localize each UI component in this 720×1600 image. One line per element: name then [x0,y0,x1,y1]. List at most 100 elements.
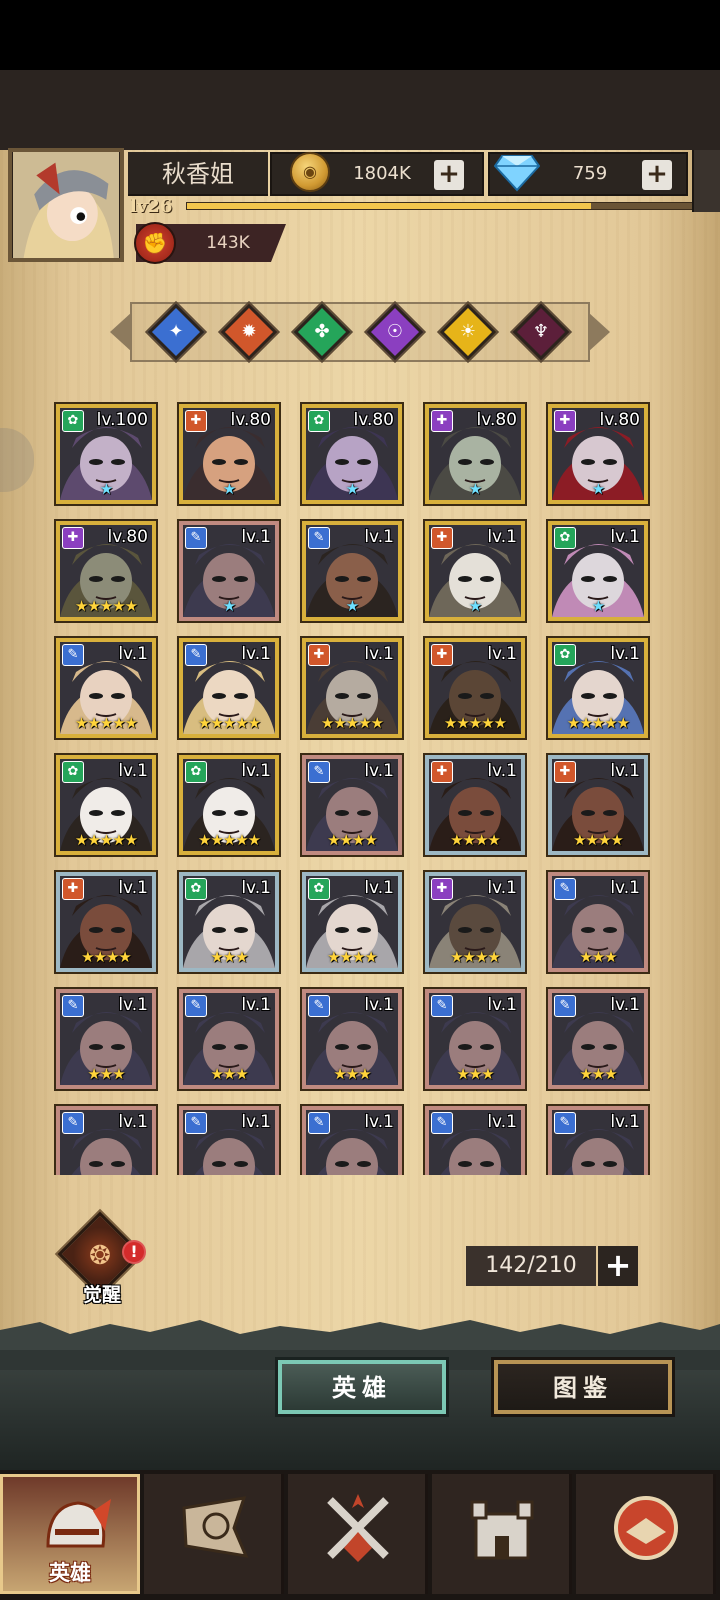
hero-stars: ★★★★ [450,831,501,849]
player-avatar[interactable] [8,148,124,262]
nav-adventure[interactable] [144,1474,284,1594]
hero-level: lv.1 [610,995,640,1015]
hero-card[interactable]: ✎ lv.1 ★★★★★ [56,638,156,738]
faction-filter-dark[interactable]: ♆ [512,303,570,361]
hero-card[interactable]: ✎ lv.1 ★★★ [548,872,648,972]
hero-card[interactable]: ✿ lv.100 ★ [56,404,156,504]
hero-card[interactable]: ✎ lv.1 [302,1106,402,1175]
hero-stars: ★★★★ [81,948,132,966]
hero-card[interactable]: ✚ lv.80 ★ [548,404,648,504]
hero-level: lv.1 [610,761,640,781]
hero-card[interactable]: ✿ lv.1 ★★★★★ [56,755,156,855]
hero-card[interactable]: ✎ lv.1 ★★★★★ [179,638,279,738]
hero-level: lv.1 [118,878,148,898]
hero-stars: ★★★★★ [566,714,630,732]
hero-card[interactable]: ✿ lv.1 ★★★★★ [548,638,648,738]
hero-card[interactable]: ✎ lv.1 ★ [302,521,402,621]
nav-castle[interactable] [432,1474,572,1594]
fire-faction-icon: ✚ [431,761,453,783]
faction-filter-shadow[interactable]: ☉ [366,303,424,361]
side-menu-tab[interactable] [692,150,720,212]
hero-capacity: 142/210 [466,1246,596,1286]
hero-stars: ★ [591,597,605,615]
nav-heroes[interactable]: 英雄 [0,1474,140,1594]
hero-card[interactable]: ✎ lv.1 ★ [179,521,279,621]
expand-capacity-button[interactable]: + [598,1246,638,1286]
hero-card[interactable]: ✎ lv.1 ★★★★ [302,755,402,855]
add-gems-button[interactable]: + [642,160,672,190]
diamond-icon [494,155,540,192]
faction-filter-nature[interactable]: ✤ [293,303,351,361]
filter-right-arrow-icon[interactable] [588,312,610,352]
water-faction-icon: ✎ [308,1112,330,1134]
hero-card[interactable]: ✚ lv.80 ★ [425,404,525,504]
hero-card[interactable]: ✚ lv.80 ★ [179,404,279,504]
tab-codex[interactable]: 图鉴 [494,1360,672,1414]
hero-card[interactable]: ✚ lv.1 ★★★★ [425,872,525,972]
hero-card[interactable]: ✚ lv.1 ★★★★ [425,755,525,855]
hero-card[interactable]: ✚ lv.1 ★ [425,521,525,621]
hero-card[interactable]: ✎ lv.1 ★★★ [548,989,648,1089]
fire-faction-icon: ✚ [431,644,453,666]
hero-card[interactable]: ✚ lv.1 ★★★★ [56,872,156,972]
hero-card[interactable]: ✿ lv.1 ★★★★ [302,872,402,972]
hero-level: lv.1 [364,1112,394,1132]
hero-card[interactable]: ✎ lv.1 [179,1106,279,1175]
hero-level: lv.1 [241,1112,271,1132]
shadow-faction-icon: ✚ [431,878,453,900]
hero-stars: ★★★★★ [74,714,138,732]
hero-level: lv.80 [107,527,149,547]
faction-filter-water[interactable]: ✦ [147,303,205,361]
nav-guild[interactable] [576,1474,716,1594]
hero-stars: ★ [345,480,359,498]
hero-card[interactable]: ✎ lv.1 ★★★ [302,989,402,1089]
hero-card[interactable]: ✚ lv.1 ★★★★★ [425,638,525,738]
add-gold-button[interactable]: + [434,160,464,190]
hero-card[interactable]: ✎ lv.1 ★★★ [179,989,279,1089]
top-band [0,70,720,150]
hero-level: lv.1 [241,761,271,781]
water-faction-icon: ✎ [185,644,207,666]
gem-value: 759 [572,163,608,184]
hero-level: lv.1 [610,644,640,664]
hero-card[interactable]: ✎ lv.1 [425,1106,525,1175]
hero-level: lv.1 [364,761,394,781]
water-faction-icon: ✎ [185,1112,207,1134]
faction-filter-light[interactable]: ☀ [439,303,497,361]
hero-stars: ★ [468,597,482,615]
hero-card[interactable]: ✿ lv.80 ★ [302,404,402,504]
hero-card[interactable]: ✎ lv.1 ★★★ [425,989,525,1089]
hero-card[interactable]: ✎ lv.1 [548,1106,648,1175]
coin-icon: ◉ [290,152,330,192]
hero-level: lv.1 [610,1112,640,1132]
hero-level: lv.1 [118,1112,148,1132]
hero-stars: ★★★ [210,948,248,966]
hero-card[interactable]: ✚ lv.80 ★★★★★ [56,521,156,621]
hero-card[interactable]: ✿ lv.1 ★ [548,521,648,621]
hero-card[interactable]: ✎ lv.1 ★★★ [56,989,156,1089]
hero-card[interactable]: ✚ lv.1 ★★★★ [548,755,648,855]
nature-faction-icon: ✿ [62,410,84,432]
hero-level: lv.1 [364,644,394,664]
water-faction-icon: ✎ [554,1112,576,1134]
awaken-button[interactable]: ❂ ! 觉醒 [57,1211,146,1308]
filter-left-arrow-icon[interactable] [110,312,132,352]
tab-heroes[interactable]: 英雄 [278,1360,446,1414]
nav-battle[interactable] [288,1474,428,1594]
hero-stars: ★ [468,480,482,498]
hero-card[interactable]: ✎ lv.1 [56,1106,156,1175]
player-name[interactable]: 秋香姐 [128,152,268,196]
hero-card[interactable]: ✿ lv.1 ★★★ [179,872,279,972]
hero-card[interactable]: ✚ lv.1 ★★★★★ [302,638,402,738]
nature-faction-icon: ✿ [308,410,330,432]
shadow-faction-icon: ✚ [62,527,84,549]
shadow-faction-icon: ✚ [554,410,576,432]
power-value: 143K [206,233,250,253]
hero-stars: ★★★★★ [320,714,384,732]
faction-filter-fire[interactable]: ✹ [220,303,278,361]
hero-stars: ★★★★★ [74,831,138,849]
water-faction-icon: ✎ [431,995,453,1017]
hero-card[interactable]: ✿ lv.1 ★★★★★ [179,755,279,855]
hero-grid[interactable]: ✿ lv.100 ★ ✚ lv.80 ★ ✿ lv.80 ★ ✚ lv.80 ★ ✚ lv.80 ★ ✚ lv.… [50,398,660,1175]
hero-level: lv.80 [230,410,272,430]
